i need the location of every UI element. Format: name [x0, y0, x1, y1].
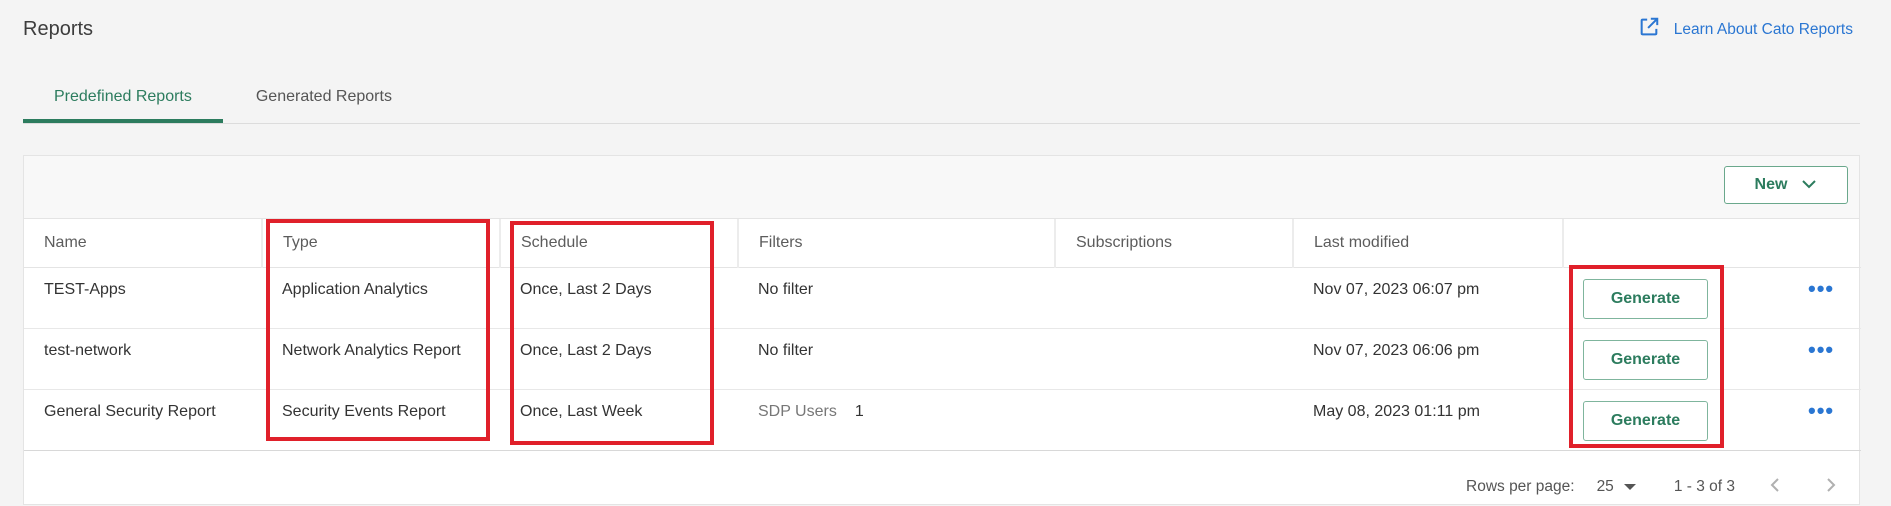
report-name: General Security Report	[24, 389, 262, 451]
table-row[interactable]: TEST-Apps Application Analytics Once, La…	[24, 267, 1861, 329]
report-actions: Generate •••	[1563, 328, 1861, 390]
learn-about-link[interactable]: Learn About Cato Reports	[1638, 16, 1853, 43]
table-toolbar: New	[24, 156, 1859, 219]
next-page-button[interactable]	[1815, 471, 1847, 503]
filter-name: No filter	[758, 341, 814, 359]
tab-predefined-reports[interactable]: Predefined Reports	[23, 70, 223, 123]
more-horizontal-icon[interactable]: •••	[1808, 399, 1834, 421]
new-button-label: New	[1754, 176, 1788, 193]
more-horizontal-icon[interactable]: •••	[1808, 277, 1834, 299]
generate-button[interactable]: Generate	[1583, 278, 1708, 319]
rows-per-page-value: 25	[1596, 478, 1614, 495]
reports-card: New Name Type Schedule Filters Subscript…	[23, 155, 1861, 506]
report-type: Network Analytics Report	[262, 328, 500, 390]
report-subscriptions	[1055, 267, 1293, 329]
report-subscriptions	[1055, 389, 1293, 451]
table-row[interactable]: General Security Report Security Events …	[24, 389, 1861, 451]
report-name: test-network	[24, 328, 262, 390]
filter-name: SDP Users	[758, 402, 837, 420]
report-type: Security Events Report	[262, 389, 500, 451]
more-horizontal-icon[interactable]: •••	[1808, 338, 1834, 360]
report-actions: Generate •••	[1563, 267, 1861, 329]
filter-count: 1	[854, 402, 864, 420]
pagination: Rows per page: 25 1 - 3 of 3	[24, 468, 1859, 506]
chevron-right-icon	[1826, 477, 1836, 498]
reports-table: Name Type Schedule Filters Subscriptions…	[24, 219, 1861, 451]
report-schedule: Once, Last 2 Days	[500, 267, 738, 329]
new-report-button[interactable]: New	[1724, 166, 1848, 204]
column-header-type[interactable]: Type	[262, 219, 501, 268]
report-last-modified: Nov 07, 2023 06:07 pm	[1293, 267, 1563, 329]
column-header-actions	[1563, 219, 1861, 268]
report-schedule: Once, Last Week	[500, 389, 738, 451]
caret-down-icon	[1623, 484, 1636, 490]
report-filters: No filter	[738, 328, 1055, 390]
column-header-filters[interactable]: Filters	[738, 219, 1056, 268]
report-actions: Generate •••	[1563, 389, 1861, 451]
chevron-left-icon	[1770, 477, 1780, 498]
external-link-icon	[1638, 16, 1660, 43]
report-filters: No filter	[738, 267, 1055, 329]
table-row[interactable]: test-network Network Analytics Report On…	[24, 328, 1861, 390]
report-type: Application Analytics	[262, 267, 500, 329]
learn-about-link-label: Learn About Cato Reports	[1673, 20, 1853, 38]
prev-page-button[interactable]	[1759, 471, 1791, 503]
column-header-last-modified[interactable]: Last modified	[1293, 219, 1564, 268]
column-header-schedule[interactable]: Schedule	[500, 219, 739, 268]
report-subscriptions	[1055, 328, 1293, 390]
report-filters: SDP Users 1	[738, 389, 1055, 451]
rows-per-page-select[interactable]: 25	[1597, 478, 1636, 496]
report-tabs: Predefined Reports Generated Reports	[23, 70, 1860, 124]
report-last-modified: May 08, 2023 01:11 pm	[1293, 389, 1563, 451]
column-header-name[interactable]: Name	[24, 219, 263, 268]
chevron-down-icon	[1801, 176, 1817, 194]
filter-name: No filter	[758, 280, 814, 298]
column-header-subscriptions[interactable]: Subscriptions	[1055, 219, 1294, 268]
generate-button[interactable]: Generate	[1583, 339, 1708, 380]
report-schedule: Once, Last 2 Days	[500, 328, 738, 390]
generate-button[interactable]: Generate	[1583, 400, 1708, 441]
report-name: TEST-Apps	[24, 267, 262, 329]
pagination-range: 1 - 3 of 3	[1673, 478, 1735, 495]
tab-generated-reports[interactable]: Generated Reports	[223, 70, 423, 123]
page-title: Reports	[23, 18, 94, 40]
rows-per-page-label: Rows per page:	[1466, 478, 1575, 495]
report-last-modified: Nov 07, 2023 06:06 pm	[1293, 328, 1563, 390]
table-header-row: Name Type Schedule Filters Subscriptions…	[24, 219, 1861, 268]
